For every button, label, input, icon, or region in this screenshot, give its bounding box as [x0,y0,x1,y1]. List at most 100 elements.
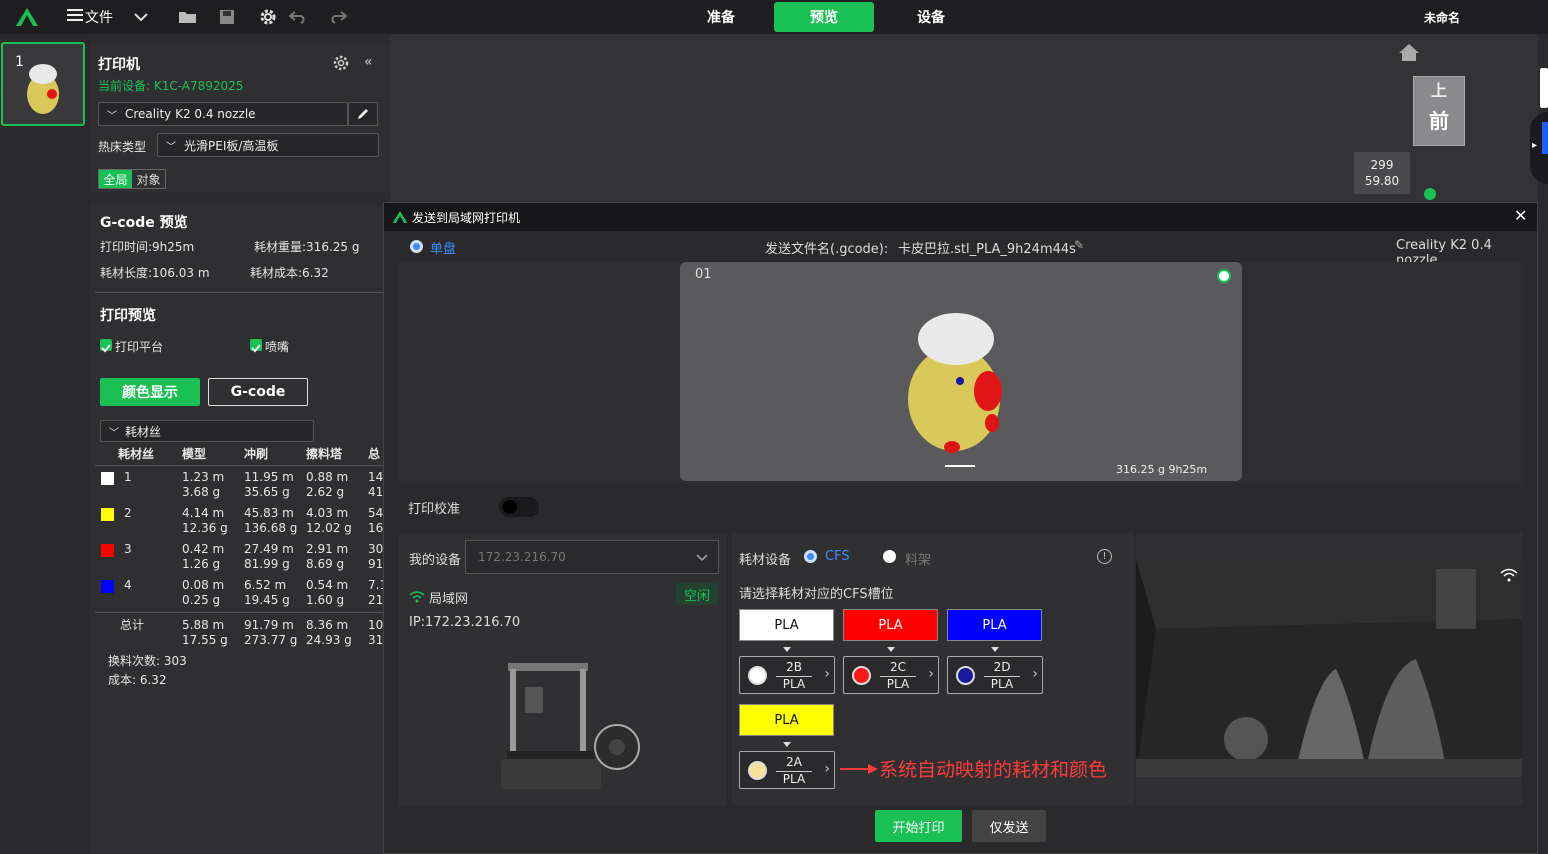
divider [95,292,385,293]
cell: 35.65 g [244,485,290,499]
file-menu-button[interactable]: 文件 [64,6,116,28]
radio-cfs[interactable] [804,550,817,563]
filament-device-label: 耗材设备 [739,553,792,568]
slot-select-2a[interactable]: 2A PLA › [739,751,835,789]
slot-code: 2D [993,660,1011,674]
radio-rack[interactable] [883,550,896,563]
gcode-button[interactable]: G-code [208,378,308,406]
hamburger-icon [67,8,83,26]
rack-label: 料架 [905,553,932,568]
camera-feed-image [1136,559,1522,777]
plate-card[interactable]: 01 316.25 g 9h25m [680,262,1242,481]
scope-global[interactable]: 全局 [99,170,132,188]
settings-icon[interactable] [332,54,352,72]
chevron-down-icon [696,551,708,565]
filament-length: 耗材长度:106.03 m [100,266,210,280]
cell: 136.68 g [244,521,298,535]
col-header-total: 总 [368,447,381,461]
home-icon[interactable] [1398,42,1422,64]
chevron-right-icon: › [1032,666,1038,682]
scope-object[interactable]: 对象 [132,170,165,188]
scope-toggle: 全局 对象 [98,169,166,189]
edit-icon[interactable]: ✎ [1074,238,1084,252]
send-only-button[interactable]: 仅发送 [972,810,1046,842]
cell: 8.69 g [306,557,345,571]
view-type-value: 耗材丝 [125,424,162,439]
cfs-hint: 请选择耗材对应的CFS槽位 [739,587,894,602]
checkbox-nozzle[interactable] [250,339,262,353]
open-folder-icon[interactable] [176,6,200,28]
start-print-button[interactable]: 开始打印 [875,810,962,842]
cell: 0.54 m [306,578,349,592]
slot-material: PLA [886,677,910,691]
cell: 4.14 m [182,506,225,520]
file-menu-label: 文件 [85,10,113,26]
layer-number: 299 [1370,158,1394,172]
cell: 2.91 m [306,542,349,556]
filename-value[interactable]: 卡皮巴拉.stl_PLA_9h24m44s [898,238,1076,257]
cell: 16 [368,521,384,535]
redo-icon[interactable] [326,6,350,28]
slot-material: PLA [782,772,806,786]
checkbox-bed[interactable] [100,339,112,353]
printer-preset-select[interactable]: ﹀ Creality K2 0.4 nozzle [98,102,348,126]
tab-preview[interactable]: 预览 [774,2,874,32]
single-plate-label: 单盘 [430,242,457,257]
divider [95,465,385,466]
cell: 8.36 m [306,618,349,632]
slot-select-2d[interactable]: 2D PLA › [947,656,1043,694]
plate-indicator [945,465,975,467]
slot-select-2b[interactable]: 2B PLA › [739,656,835,694]
slot-material: PLA [990,677,1014,691]
layer-slider-handle[interactable] [1424,188,1436,200]
chevron-down-icon: ﹀ [109,427,119,439]
chevron-down-icon[interactable] [130,6,152,28]
plate-thumbnail[interactable]: 1 [1,42,85,126]
filament-swatch [101,544,114,557]
filament-swatch [101,508,114,521]
cell: 41 [368,485,384,499]
arrow-down-icon [887,647,895,652]
chevron-right-icon: › [928,666,934,682]
color-display-button[interactable]: 颜色显示 [100,378,200,406]
total-label: 总计 [120,618,145,632]
cell: 91 [368,557,384,571]
gear-icon[interactable] [256,6,280,28]
bed-type-label: 热床类型 [98,140,147,154]
tab-prepare[interactable]: 准备 [671,2,771,32]
plate-selected-indicator[interactable] [1217,269,1231,283]
radio-single-plate[interactable] [410,240,423,253]
send-to-printer-dialog: 发送到局域网打印机 ✕ 单盘 发送文件名(.gcode): 卡皮巴拉.stl_P… [383,202,1538,854]
bed-type-select[interactable]: ﹀ 光滑PEI板/高温板 [157,133,379,157]
device-select[interactable]: 172.23.216.70 [465,540,719,574]
calibration-toggle[interactable] [499,497,539,517]
filament-device-panel: 耗材设备 CFS 料架 ! 请选择耗材对应的CFS槽位 PLA 2B PLA ›… [732,533,1134,805]
collapse-icon[interactable]: « [364,54,373,70]
camera-panel [1136,533,1522,805]
save-icon[interactable] [216,6,238,28]
wifi-icon [409,588,425,603]
view-cube[interactable]: 上 前 [1413,76,1465,146]
edit-icon[interactable] [348,102,378,126]
chevron-right-icon: › [824,761,830,777]
layer-height: 59.80 [1364,174,1400,188]
tab-device[interactable]: 设备 [881,2,981,32]
close-icon[interactable]: ✕ [1514,206,1527,225]
col-header-filament: 耗材丝 [118,447,155,461]
gcode-preview-panel: G-code 预览 打印时间:9h25m 耗材重量:316.25 g 耗材长度:… [90,204,387,854]
view-cube-front[interactable]: 前 [1414,97,1464,134]
cell: 31 [368,633,384,647]
checkbox-bed-label: 打印平台 [115,340,164,354]
info-icon[interactable]: ! [1097,549,1112,564]
view-type-select[interactable]: ﹀ 耗材丝 [100,420,314,442]
view-cube-top[interactable]: 上 [1414,77,1464,100]
filament-cost: 耗材成本:6.32 [250,266,329,280]
toggle-knob [503,500,517,514]
slot-select-2c[interactable]: 2C PLA › [843,656,939,694]
undo-icon[interactable] [286,6,310,28]
right-scrollbar[interactable] [1540,68,1548,108]
cell: 0.88 m [306,470,349,484]
device-ip: IP:172.23.216.70 [409,615,521,630]
wifi-signal-icon [1500,567,1518,583]
checkbox-nozzle-label: 喷嘴 [265,340,290,354]
